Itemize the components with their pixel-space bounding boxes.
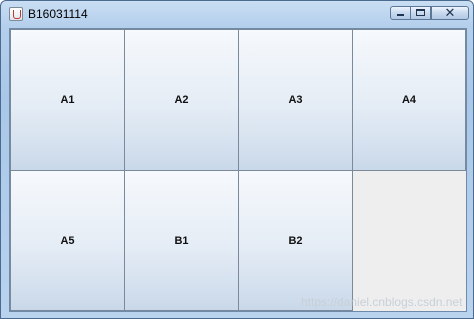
button-b1[interactable]: B1	[124, 170, 239, 311]
watermark-text: https://daniel.cnblogs.csdn.net	[301, 295, 463, 309]
title-bar[interactable]: B16031114 ✕	[1, 1, 473, 27]
button-grid: A1 A2 A3 A4 A5 B1 B2	[10, 29, 466, 311]
maximize-button[interactable]	[410, 6, 431, 20]
button-a4[interactable]: A4	[352, 29, 466, 171]
maximize-icon	[416, 9, 425, 16]
button-a5[interactable]: A5	[10, 170, 125, 311]
button-a1[interactable]: A1	[10, 29, 125, 171]
minimize-button[interactable]	[390, 6, 411, 20]
window-title: B16031114	[28, 7, 88, 21]
button-b2[interactable]: B2	[238, 170, 353, 311]
button-a3[interactable]: A3	[238, 29, 353, 171]
button-a2[interactable]: A2	[124, 29, 239, 171]
content-pane: A1 A2 A3 A4 A5 B1 B2	[9, 28, 467, 312]
app-window: B16031114 ✕ A1 A2 A3 A4 A5 B1 B2 https:/…	[0, 0, 474, 319]
close-button[interactable]: ✕	[431, 5, 469, 20]
close-icon: ✕	[444, 5, 456, 20]
minimize-icon	[397, 14, 404, 16]
java-app-icon	[9, 7, 23, 21]
